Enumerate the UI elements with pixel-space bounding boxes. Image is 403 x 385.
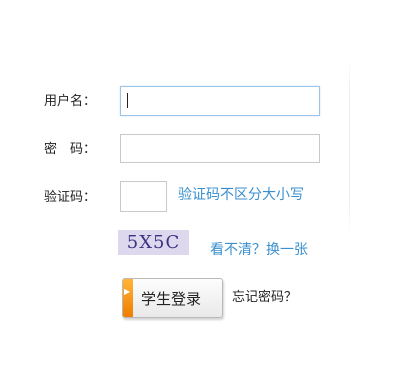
forgot-password-link[interactable]: 忘记密码？ bbox=[232, 290, 297, 306]
captcha-image[interactable]: 5X5C bbox=[118, 230, 189, 255]
username-label: 用户名： bbox=[44, 94, 97, 109]
text-cursor bbox=[127, 93, 128, 108]
captcha-input[interactable] bbox=[120, 181, 167, 212]
arrow-icon: ▶ bbox=[124, 287, 131, 296]
refresh-captcha-link[interactable]: 看不清？换一张 bbox=[210, 242, 308, 259]
login-button-label: 学生登录 bbox=[141, 290, 202, 308]
captcha-hint: 验证码不区分大小写 bbox=[178, 187, 304, 203]
password-label: 密 码： bbox=[44, 142, 97, 157]
password-input[interactable] bbox=[120, 134, 320, 163]
student-login-button[interactable]: ▶ 学生登录 bbox=[122, 278, 223, 318]
username-input[interactable] bbox=[120, 86, 320, 116]
captcha-label: 验证码： bbox=[44, 190, 97, 205]
divider-line bbox=[349, 56, 350, 236]
button-accent-stripe bbox=[123, 279, 133, 317]
